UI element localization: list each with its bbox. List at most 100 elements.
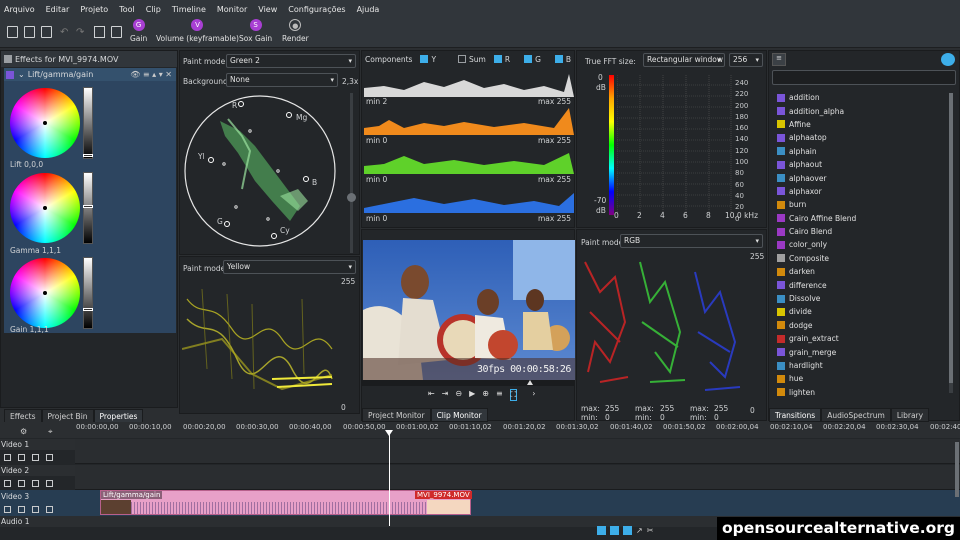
- copy-icon[interactable]: [94, 26, 105, 38]
- video1-track[interactable]: [75, 439, 960, 464]
- audio-icon[interactable]: [18, 505, 25, 513]
- transition-item[interactable]: Cairo Affine Blend: [777, 212, 947, 225]
- tab-effects[interactable]: Effects: [4, 409, 42, 423]
- timeline-ruler[interactable]: 00:00:00,00 00:00:10,00 00:00:20,00 00:0…: [0, 422, 960, 438]
- paste-icon[interactable]: [111, 26, 122, 38]
- lock-icon[interactable]: [4, 479, 11, 487]
- lift-color-wheel[interactable]: [10, 88, 80, 158]
- component-r-toggle[interactable]: R: [493, 55, 510, 64]
- lift-slider[interactable]: [83, 87, 93, 159]
- menu-configuracoes[interactable]: Configurações: [288, 5, 345, 14]
- video2-track[interactable]: [75, 465, 960, 490]
- snap-icon[interactable]: [597, 526, 606, 535]
- play-icon[interactable]: ▶: [469, 389, 475, 401]
- collapse-chevron-icon[interactable]: ⌄: [18, 70, 25, 79]
- timeline-clip[interactable]: Lift/gamma/gain MVI_9974.MOV: [100, 490, 472, 515]
- go-start-icon[interactable]: ⇤: [428, 389, 435, 401]
- gain-color-wheel[interactable]: [10, 258, 80, 328]
- transition-item[interactable]: addition: [777, 91, 947, 104]
- video-frame[interactable]: [363, 240, 575, 380]
- transition-item[interactable]: Composite: [777, 252, 947, 265]
- open-folder-icon[interactable]: [24, 26, 35, 38]
- waveform-paint-mode-select[interactable]: Yellow: [223, 260, 356, 274]
- fft-size-select[interactable]: 256: [729, 53, 763, 67]
- lock-icon[interactable]: [4, 453, 11, 461]
- transition-item[interactable]: burn: [777, 198, 947, 211]
- sox-gain-button[interactable]: S Sox Gain: [239, 19, 272, 43]
- tab-clip-monitor[interactable]: Clip Monitor: [430, 408, 488, 422]
- zone-in-icon[interactable]: ⇥: [442, 389, 449, 401]
- timeline-settings-icon[interactable]: ⚙: [20, 427, 27, 436]
- transition-item[interactable]: Dissolve: [777, 292, 947, 305]
- transition-item[interactable]: Cairo Blend: [777, 225, 947, 238]
- film-icon[interactable]: [32, 505, 39, 513]
- transition-item[interactable]: alphaxor: [777, 185, 947, 198]
- gain-button[interactable]: G Gain: [130, 19, 147, 43]
- razor-icon[interactable]: ✂: [647, 526, 654, 535]
- transition-item[interactable]: hardlight: [777, 359, 947, 372]
- effect-search-input[interactable]: [772, 70, 956, 85]
- transition-item[interactable]: Affine: [777, 118, 947, 131]
- save-icon[interactable]: [41, 26, 52, 38]
- film-icon[interactable]: [32, 479, 39, 487]
- audio-icon[interactable]: [18, 453, 25, 461]
- menu-arquivo[interactable]: Arquivo: [4, 5, 35, 14]
- gamma-color-wheel[interactable]: [10, 173, 80, 243]
- tab-project-monitor[interactable]: Project Monitor: [362, 408, 431, 422]
- monitor-scrubber[interactable]: [362, 380, 574, 386]
- film-icon[interactable]: [32, 453, 39, 461]
- component-g-toggle[interactable]: G: [524, 55, 541, 64]
- transition-item[interactable]: addition_alpha: [777, 104, 947, 117]
- audio-icon[interactable]: [18, 479, 25, 487]
- composite-icon[interactable]: [46, 453, 53, 461]
- component-y-toggle[interactable]: Y: [420, 55, 436, 64]
- transition-item[interactable]: lighten: [777, 386, 947, 399]
- info-icon[interactable]: [941, 53, 955, 66]
- vectorscope-paint-mode-select[interactable]: Green 2: [226, 54, 356, 68]
- composite-icon[interactable]: [46, 505, 53, 513]
- composite-icon[interactable]: [46, 479, 53, 487]
- menu-view[interactable]: View: [258, 5, 277, 14]
- menu-projeto[interactable]: Projeto: [80, 5, 108, 14]
- menu-timeline[interactable]: Timeline: [172, 5, 206, 14]
- gamma-slider[interactable]: [83, 172, 93, 244]
- tab-project-bin[interactable]: Project Bin: [41, 409, 94, 423]
- tab-transitions[interactable]: Transitions: [769, 408, 822, 422]
- tab-properties[interactable]: Properties: [93, 409, 144, 423]
- ripple-icon[interactable]: [610, 526, 619, 535]
- effect-controls-icon[interactable]: 👁 ≡ ▴ ▾ ✕: [130, 70, 172, 79]
- vectorscope-gain-slider[interactable]: [347, 93, 356, 253]
- tab-library[interactable]: Library: [890, 408, 930, 422]
- lock-icon[interactable]: [4, 505, 11, 513]
- undo-icon[interactable]: ↶: [60, 27, 68, 38]
- timeline-split-icon[interactable]: ⌖: [48, 427, 53, 437]
- transition-item[interactable]: color_only: [777, 238, 947, 251]
- playhead[interactable]: [385, 430, 393, 526]
- transition-item[interactable]: grain_merge: [777, 345, 947, 358]
- transition-item[interactable]: alphaatop: [777, 131, 947, 144]
- fft-window-select[interactable]: Rectangular window: [643, 53, 725, 67]
- timeline-scrollbar[interactable]: [955, 442, 959, 497]
- component-sum-toggle[interactable]: Sum: [458, 55, 486, 64]
- forward-icon[interactable]: ⊕: [482, 389, 489, 401]
- menu-icon[interactable]: ≡: [496, 389, 503, 401]
- transition-item[interactable]: alphaover: [777, 171, 947, 184]
- menu-tool[interactable]: Tool: [119, 5, 135, 14]
- more-icon[interactable]: ›: [532, 389, 535, 401]
- menu-monitor[interactable]: Monitor: [217, 5, 247, 14]
- tab-audiospectrum[interactable]: AudioSpectrum: [821, 408, 891, 422]
- list-scrollbar[interactable]: [949, 93, 953, 393]
- transition-item[interactable]: dodge: [777, 319, 947, 332]
- effects-checkbox[interactable]: [4, 55, 12, 63]
- vectorscope-background-select[interactable]: None: [226, 73, 338, 87]
- transition-item[interactable]: divide: [777, 305, 947, 318]
- volume-button[interactable]: V Volume (keyframable): [156, 19, 239, 43]
- list-menu-icon[interactable]: ≡: [772, 53, 786, 66]
- menu-editar[interactable]: Editar: [46, 5, 70, 14]
- gain-slider[interactable]: [83, 257, 93, 329]
- rgb-parade-paint-mode-select[interactable]: RGB: [620, 234, 763, 248]
- effect-header[interactable]: ⌄ Lift/gamma/gain 👁 ≡ ▴ ▾ ✕: [4, 68, 176, 81]
- component-b-toggle[interactable]: B: [554, 55, 571, 64]
- rewind-icon[interactable]: ⊖: [455, 389, 462, 401]
- transition-item[interactable]: alphain: [777, 145, 947, 158]
